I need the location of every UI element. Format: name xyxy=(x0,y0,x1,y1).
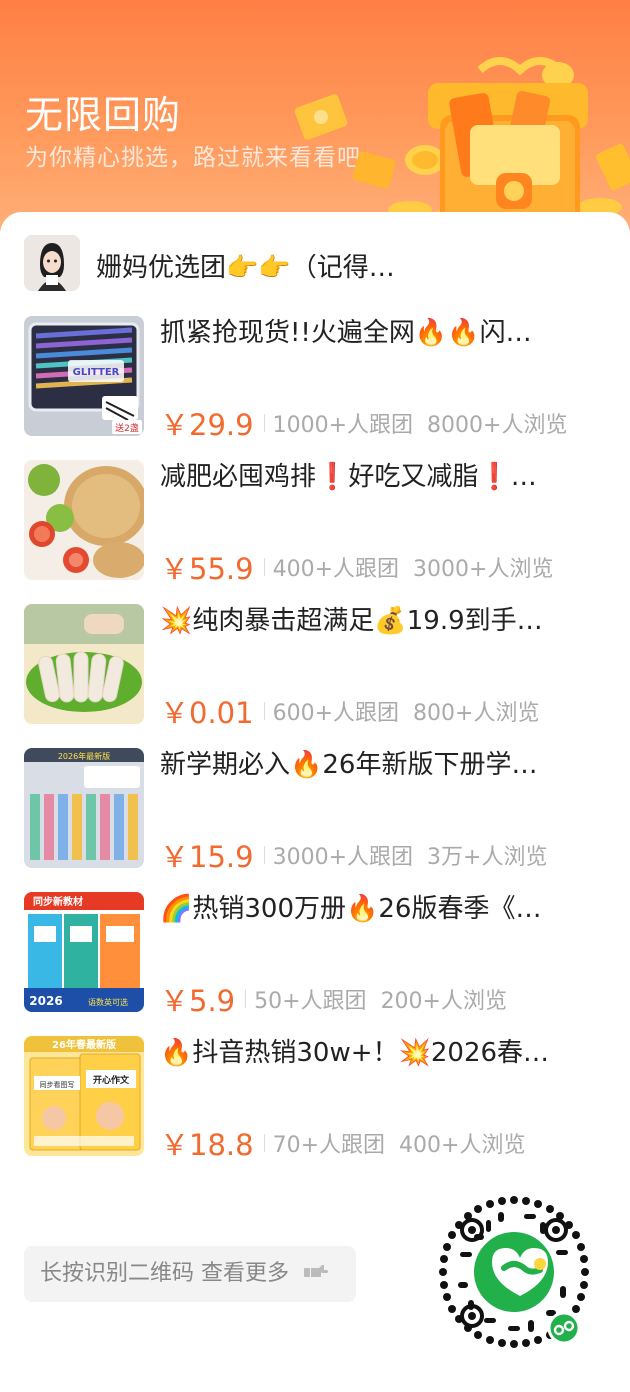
divider xyxy=(245,990,247,1008)
product-item[interactable]: 💥纯肉暴击超满足💰19.9到手… ￥0.01 600+人跟团 800+人浏览 xyxy=(24,604,614,730)
view-more-label: 长按识别二维码 查看更多 xyxy=(40,1261,289,1286)
joined-count: 50+人跟团 xyxy=(254,989,367,1014)
joined-count: 600+人跟团 xyxy=(272,701,400,726)
svg-text:送2盏: 送2盏 xyxy=(115,422,139,434)
view-count: 400+人浏览 xyxy=(399,1133,526,1158)
svg-text:2026年最新版: 2026年最新版 xyxy=(58,751,110,761)
svg-text:同步看图写: 同步看图写 xyxy=(40,1081,75,1089)
product-image-composition-books: 26年春最新版 同步看图写 开心作文 xyxy=(24,1036,144,1156)
product-image-textbooks: 同步新教材 2026 语数英可选 xyxy=(24,892,144,1012)
header-banner: 无限回购 为你精心挑选，路过就来看看吧 xyxy=(0,0,630,240)
price-row: ￥29.9 1000+人跟团 8000+人浏览 xyxy=(160,402,600,442)
joined-count: 3000+人跟团 xyxy=(272,845,414,870)
svg-text:同步新教材: 同步新教材 xyxy=(33,895,83,908)
product-title: 新学期必入🔥26年新版下册学… xyxy=(160,750,538,780)
divider xyxy=(263,702,265,720)
joined-count: 1000+人跟团 xyxy=(272,413,414,438)
view-count: 3000+人浏览 xyxy=(413,557,554,582)
product-item[interactable]: 2026年最新版 新学期必入🔥26年新版下册学… ￥15.9 3000+人跟团 3万… xyxy=(24,748,614,874)
hand-pointing-right-icon xyxy=(304,1246,328,1302)
product-image-glitter-pens: GLITTER 送2盏 xyxy=(24,316,144,436)
product-price: ￥55.9 xyxy=(160,552,254,586)
product-title: 💥纯肉暴击超满足💰19.9到手… xyxy=(160,606,543,636)
svg-text:2026: 2026 xyxy=(29,994,62,1008)
joined-count: 400+人跟团 xyxy=(272,557,400,582)
view-more-button[interactable]: 长按识别二维码 查看更多 xyxy=(24,1246,356,1302)
view-count: 800+人浏览 xyxy=(413,701,540,726)
divider xyxy=(263,846,265,864)
product-image-sausages xyxy=(24,604,144,724)
view-count: 3万+人浏览 xyxy=(427,845,548,870)
divider xyxy=(263,414,265,432)
product-title: 🌈热销300万册🔥26版春季《… xyxy=(160,894,542,924)
product-item[interactable]: GLITTER 送2盏 抓紧抢现货!!火遍全网🔥🔥闪… ￥29.9 1000+人跟… xyxy=(24,316,614,442)
view-count: 200+人浏览 xyxy=(380,989,507,1014)
product-price: ￥15.9 xyxy=(160,840,254,874)
product-price: ￥5.9 xyxy=(160,984,236,1018)
product-item[interactable]: 减肥必囤鸡排❗好吃又减脂❗… ￥55.9 400+人跟团 3000+人浏览 xyxy=(24,460,614,586)
product-item[interactable]: 26年春最新版 同步看图写 开心作文 🔥抖音热销30w+！💥2026春… ￥18… xyxy=(24,1036,614,1162)
divider xyxy=(263,1134,265,1152)
product-price: ￥0.01 xyxy=(160,696,254,730)
group-header[interactable]: 姗妈优选团👉👉（记得… xyxy=(24,235,614,293)
price-row: ￥18.8 70+人跟团 400+人浏览 xyxy=(160,1122,600,1162)
divider xyxy=(263,558,265,576)
page-title: 无限回购 xyxy=(25,93,182,137)
price-row: ￥15.9 3000+人跟团 3万+人浏览 xyxy=(160,834,600,874)
group-avatar xyxy=(24,235,80,291)
svg-text:26年春最新版: 26年春最新版 xyxy=(52,1038,116,1051)
mini-program-qr-code[interactable] xyxy=(428,1192,600,1360)
product-item[interactable]: 同步新教材 2026 语数英可选 🌈热销300万册🔥26版春季《… ￥5.9 50… xyxy=(24,892,614,1018)
svg-text:语数英可选: 语数英可选 xyxy=(88,997,128,1007)
product-title: 减肥必囤鸡排❗好吃又减脂❗… xyxy=(160,462,537,492)
product-image-chicken-cutlet xyxy=(24,460,144,580)
svg-text:开心作文: 开心作文 xyxy=(93,1074,130,1086)
group-name: 姗妈优选团👉👉（记得… xyxy=(96,253,395,283)
price-row: ￥5.9 50+人跟团 200+人浏览 xyxy=(160,978,600,1018)
price-row: ￥0.01 600+人跟团 800+人浏览 xyxy=(160,690,600,730)
joined-count: 70+人跟团 xyxy=(272,1133,386,1158)
mini-program-icon xyxy=(547,1311,581,1345)
product-price: ￥29.9 xyxy=(160,408,254,442)
price-row: ￥55.9 400+人跟团 3000+人浏览 xyxy=(160,546,600,586)
svg-text:GLITTER: GLITTER xyxy=(73,367,120,378)
product-price: ￥18.8 xyxy=(160,1128,254,1162)
product-title: 🔥抖音热销30w+！💥2026春… xyxy=(160,1038,550,1068)
view-count: 8000+人浏览 xyxy=(427,413,568,438)
product-image-study-cards: 2026年最新版 xyxy=(24,748,144,868)
product-title: 抓紧抢现货!!火遍全网🔥🔥闪… xyxy=(160,318,532,348)
